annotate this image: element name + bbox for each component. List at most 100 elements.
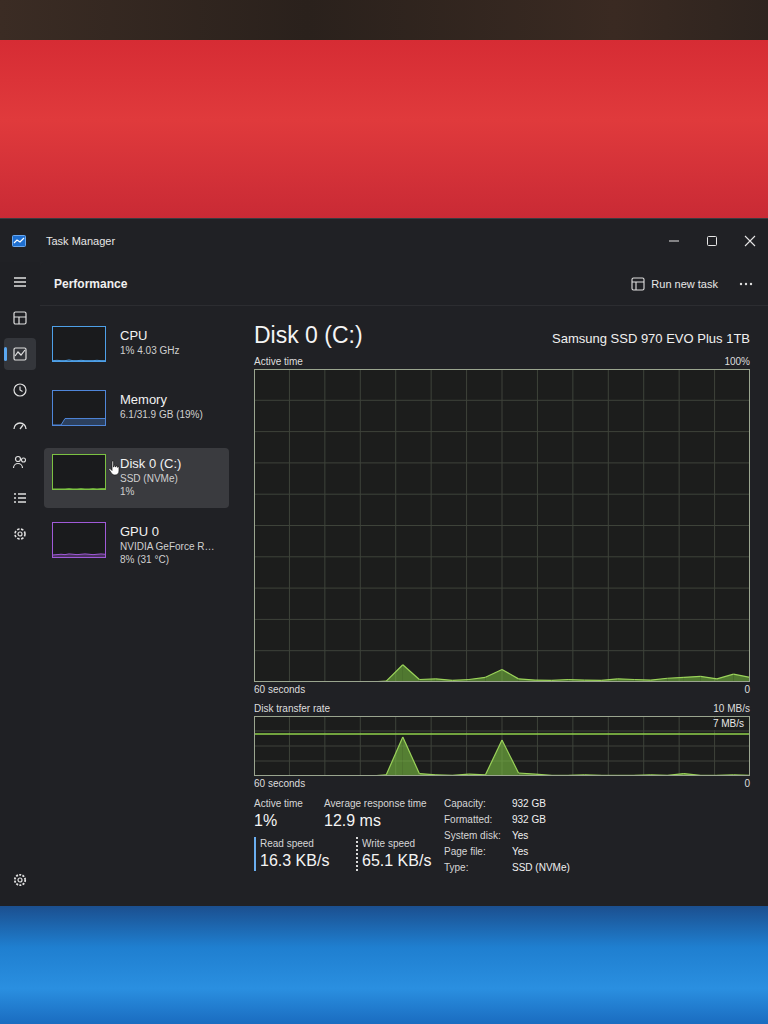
nav-item[interactable] — [4, 864, 36, 896]
chart-segment — [717, 674, 734, 682]
property-label: Capacity: — [444, 797, 512, 810]
device-detail: 1% — [120, 485, 181, 498]
chart-time-label: 60 seconds — [254, 777, 305, 790]
property-label: System disk: — [444, 829, 512, 842]
device-list: CPU1% 4.03 GHz Memory6.1/31.9 GB (19%) Dis… — [40, 306, 235, 906]
task-manager-window: Task ManagerPerformanceRun new taskCPU1%… — [0, 218, 768, 906]
stats-area: Active time1%Average response time12.9 m… — [254, 797, 750, 874]
property-label: Type: — [444, 861, 512, 874]
run-task-label: Run new task — [651, 278, 718, 290]
stat-value: 65.1 KB/s — [362, 850, 431, 871]
services-icon[interactable] — [12, 526, 28, 542]
device-item[interactable]: CPU1% 4.03 GHz — [44, 320, 229, 376]
page-title: Performance — [54, 277, 127, 291]
chart-max-label: 100% — [724, 355, 750, 368]
nav-item[interactable] — [4, 518, 36, 550]
reference-line — [254, 733, 750, 735]
active-time-chart — [254, 369, 750, 682]
nav-rail — [0, 262, 40, 906]
chart-segment — [386, 737, 403, 776]
stat-label: Active time — [254, 797, 324, 810]
stat-value: 16.3 KB/s — [260, 850, 356, 871]
stat-value: 1% — [254, 810, 324, 831]
processes-icon[interactable] — [12, 310, 28, 326]
settings-gear-icon[interactable] — [12, 872, 28, 888]
stat-label: Read speed — [260, 837, 356, 850]
device-detail: 1% 4.03 GHz — [120, 344, 179, 357]
run-new-task-button[interactable]: Run new task — [625, 273, 724, 295]
device-name: Disk 0 (C:) — [120, 456, 181, 472]
property-value: SSD (NVMe) — [512, 861, 570, 874]
nav-item[interactable] — [4, 266, 36, 298]
stat: Average response time12.9 ms — [324, 797, 427, 831]
title-bar: Task Manager — [0, 219, 768, 262]
device-detail: 8% (31 °C) — [120, 553, 214, 566]
nav-item[interactable] — [4, 338, 36, 370]
transfer-rate-chart — [254, 716, 750, 776]
chart-segment — [386, 665, 403, 682]
app-history-icon[interactable] — [12, 382, 28, 398]
device-detail: NVIDIA GeForce R… — [120, 540, 214, 553]
nav-item[interactable] — [4, 374, 36, 406]
stat: Read speed16.3 KB/s — [254, 837, 356, 871]
chart-segment — [502, 740, 519, 776]
page-header: Performance Run new task — [40, 262, 768, 306]
disk-title: Disk 0 (C:) — [254, 322, 363, 349]
device-item[interactable]: Memory6.1/31.9 GB (19%) — [44, 384, 229, 440]
users-icon[interactable] — [12, 454, 28, 470]
device-name: Memory — [120, 392, 203, 408]
screen: Task ManagerPerformanceRun new taskCPU1%… — [0, 0, 768, 1024]
stat-label: Average response time — [324, 797, 427, 810]
performance-icon[interactable] — [12, 346, 28, 362]
task-manager-icon — [12, 235, 26, 247]
properties: Capacity:932 GBFormatted:932 GBSystem di… — [444, 797, 570, 874]
reference-label: 7 MB/s — [711, 718, 746, 730]
detail-panel: Disk 0 (C:) Samsung SSD 970 EVO Plus 1TB A… — [235, 306, 768, 906]
maximize-icon[interactable] — [706, 235, 718, 247]
window-controls — [668, 235, 756, 247]
device-detail: 6.1/31.9 GB (19%) — [120, 408, 203, 421]
chart-segment — [485, 669, 502, 682]
device-thumbnail-graph — [52, 326, 106, 362]
property-value: Yes — [512, 845, 570, 858]
hamburger-icon[interactable] — [12, 274, 28, 290]
device-item[interactable]: GPU 0NVIDIA GeForce R…8% (31 °C) — [44, 516, 229, 572]
device-thumbnail-graph — [52, 522, 106, 558]
chart-label: Disk transfer rate — [254, 702, 330, 715]
property-value: 932 GB — [512, 813, 570, 826]
stat: Write speed65.1 KB/s — [356, 837, 431, 871]
device-detail: SSD (NVMe) — [120, 472, 181, 485]
property-value: Yes — [512, 829, 570, 842]
nav-item[interactable] — [4, 410, 36, 442]
close-icon[interactable] — [744, 235, 756, 247]
window-title: Task Manager — [46, 235, 115, 247]
chart-label: Active time — [254, 355, 303, 368]
stat-label: Write speed — [362, 837, 431, 850]
nav-item[interactable] — [4, 482, 36, 514]
chart-segment — [502, 669, 519, 682]
details-icon[interactable] — [12, 490, 28, 506]
property-label: Formatted: — [444, 813, 512, 826]
nav-item[interactable] — [4, 446, 36, 478]
device-name: GPU 0 — [120, 524, 214, 540]
chart-segment — [485, 740, 502, 776]
hand-cursor-icon — [108, 460, 120, 476]
chart-min-label: 0 — [744, 683, 750, 696]
chart-max-label: 10 MB/s — [713, 702, 750, 715]
more-options-icon[interactable] — [738, 281, 754, 287]
nav-item[interactable] — [4, 302, 36, 334]
run-task-icon — [631, 277, 645, 291]
chart-time-label: 60 seconds — [254, 683, 305, 696]
property-value: 932 GB — [512, 797, 570, 810]
chart-min-label: 0 — [744, 777, 750, 790]
chart-segment — [403, 665, 420, 682]
device-item[interactable]: Disk 0 (C:)SSD (NVMe)1% — [44, 448, 229, 508]
device-name: CPU — [120, 328, 179, 344]
startup-icon[interactable] — [12, 418, 28, 434]
disk-model: Samsung SSD 970 EVO Plus 1TB — [552, 331, 750, 346]
stat-value: 12.9 ms — [324, 810, 427, 831]
desktop-wallpaper — [0, 906, 768, 1024]
minimize-icon[interactable] — [668, 235, 680, 247]
chart-segment — [733, 674, 750, 682]
chart-segment — [403, 737, 420, 776]
